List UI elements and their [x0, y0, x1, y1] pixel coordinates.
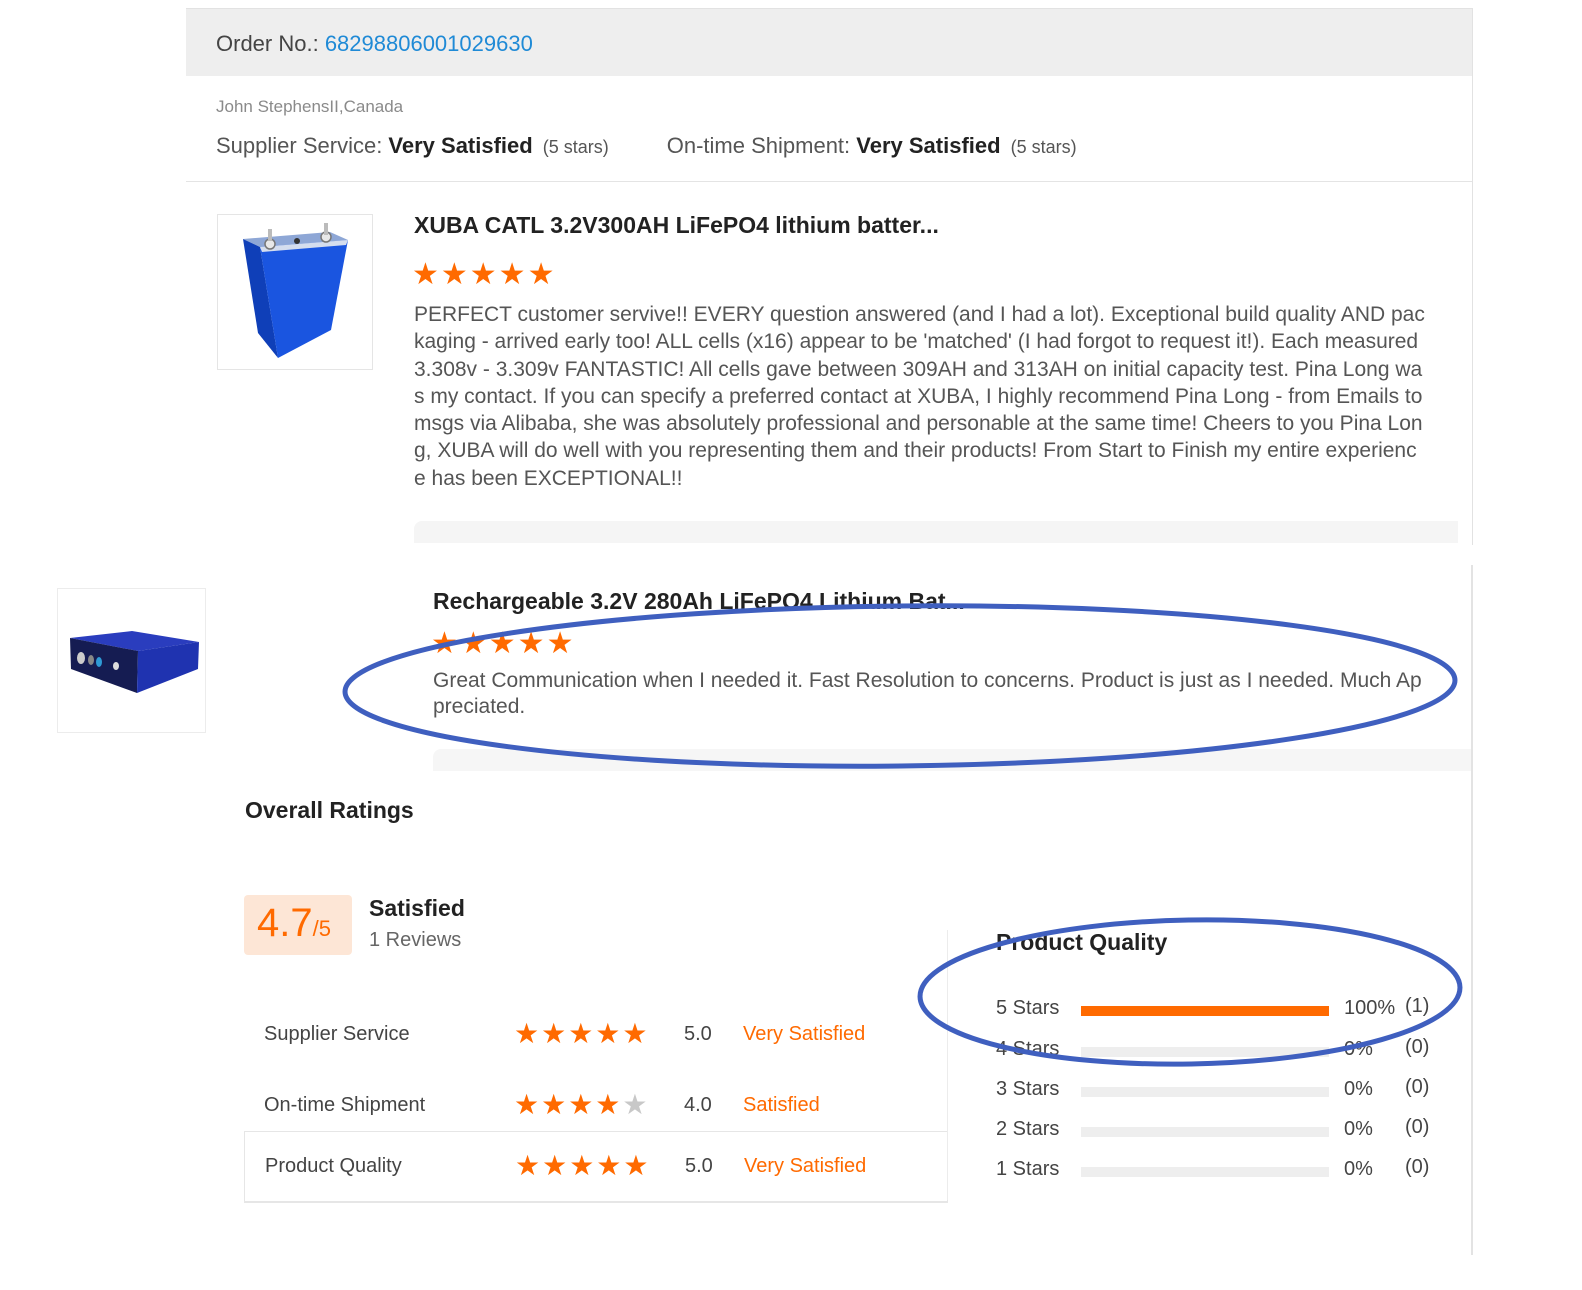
supplier-service-stars: (5 stars) — [542, 137, 609, 157]
overall-score: 4.7 — [257, 901, 313, 945]
product-title-link-2[interactable]: Rechargeable 3.2V 280Ah LiFePO4 Lithium … — [433, 588, 965, 615]
supplier-service-value: Very Satisfied — [388, 133, 533, 158]
overall-score-max: /5 — [312, 916, 331, 941]
distribution-bar — [1081, 1047, 1329, 1057]
star-row-label: 4 Stars — [996, 1038, 1060, 1060]
shipment-stars: (5 stars) — [1010, 137, 1077, 157]
reply-section — [414, 521, 1458, 543]
distribution-bar — [1081, 1167, 1329, 1177]
category-rating-word: Very Satisfied — [744, 1155, 867, 1177]
distribution-bar — [1081, 1127, 1329, 1137]
panel-border — [1471, 565, 1473, 1255]
star-icon: ★★★★★ — [515, 1150, 651, 1181]
panel-divider — [947, 930, 948, 1200]
star-row-label: 1 Stars — [996, 1158, 1060, 1180]
star-row-2: 2 Stars 0% (0) — [996, 1116, 1446, 1146]
review-ratings-line: Supplier Service: Very Satisfied (5 stars… — [216, 133, 1077, 159]
distribution-bar — [1081, 1006, 1329, 1016]
category-score: 5.0 — [685, 1155, 713, 1177]
review-star-rating: ★★★★★ — [412, 258, 557, 291]
divider — [186, 181, 1472, 182]
category-label: On-time Shipment — [264, 1094, 426, 1116]
product-thumbnail-2[interactable] — [57, 588, 206, 733]
star-icon: ★★★★★ — [514, 1089, 650, 1120]
product-quality-title: Product Quality — [996, 929, 1168, 955]
battery-product-image-2 — [70, 631, 199, 693]
review-card-1: Order No.: 68298806001029630 John Stephe… — [186, 8, 1473, 545]
product-title-link[interactable]: XUBA CATL 3.2V300AH LiFePO4 lithium batt… — [414, 212, 939, 239]
category-label: Product Quality — [265, 1155, 402, 1177]
star-row-label: 5 Stars — [996, 997, 1060, 1019]
overall-score-badge: 4.7/5 — [244, 895, 352, 955]
order-bar: Order No.: 68298806001029630 — [186, 9, 1472, 76]
battery-product-image — [243, 223, 348, 358]
star-icon: ★★★★★ — [514, 1018, 650, 1049]
star-row-percent: 0% — [1344, 1038, 1373, 1060]
product-thumbnail-1[interactable] — [217, 214, 373, 370]
reviewer-name: John StephensII,Canada — [216, 97, 404, 116]
star-row-count: (0) — [1405, 1036, 1430, 1058]
star-row-percent: 0% — [1344, 1158, 1373, 1180]
category-score: 4.0 — [684, 1094, 712, 1116]
category-label: Supplier Service — [264, 1023, 410, 1045]
star-row-percent: 0% — [1344, 1078, 1373, 1100]
shipment-label: On-time Shipment: — [666, 133, 857, 158]
supplier-service-label: Supplier Service: — [216, 133, 389, 158]
star-row-count: (0) — [1405, 1156, 1430, 1178]
review-text-2: Great Communication when I needed it. Fa… — [433, 669, 1422, 718]
order-number-link[interactable]: 68298806001029630 — [325, 31, 533, 56]
star-row-5: 5 Stars 100% (1) — [996, 995, 1446, 1025]
star-row-count: (1) — [1405, 995, 1430, 1017]
star-row-3: 3 Stars 0% (0) — [996, 1076, 1446, 1106]
shipment-value: Very Satisfied — [856, 133, 1001, 158]
category-row-product-quality[interactable]: Product Quality ★★★★★ 5.0 Very Satisfied — [244, 1131, 948, 1203]
distribution-bar — [1081, 1087, 1329, 1097]
overall-ratings-title: Overall Ratings — [245, 797, 414, 823]
review-text: PERFECT customer servive!! EVERY questio… — [414, 303, 1425, 490]
star-row-count: (0) — [1405, 1116, 1430, 1138]
order-label: Order No.: — [216, 31, 325, 56]
star-row-4: 4 Stars 0% (0) — [996, 1036, 1446, 1066]
category-rating-word: Satisfied — [743, 1094, 820, 1116]
star-row-1: 1 Stars 0% (0) — [996, 1156, 1446, 1186]
reviews-count: 1 Reviews — [369, 929, 462, 951]
review-star-rating-2: ★★★★★ — [431, 627, 576, 660]
star-row-percent: 100% — [1344, 997, 1396, 1019]
overall-summary: Satisfied — [369, 895, 465, 921]
category-score: 5.0 — [684, 1023, 712, 1045]
reply-section-2 — [433, 749, 1473, 771]
star-row-count: (0) — [1405, 1076, 1430, 1098]
category-rating-word: Very Satisfied — [743, 1023, 866, 1045]
category-row-supplier-service[interactable]: Supplier Service ★★★★★ 5.0 Very Satisfie… — [244, 1003, 948, 1073]
star-row-label: 3 Stars — [996, 1078, 1060, 1100]
star-row-label: 2 Stars — [996, 1118, 1060, 1140]
star-row-percent: 0% — [1344, 1118, 1373, 1140]
